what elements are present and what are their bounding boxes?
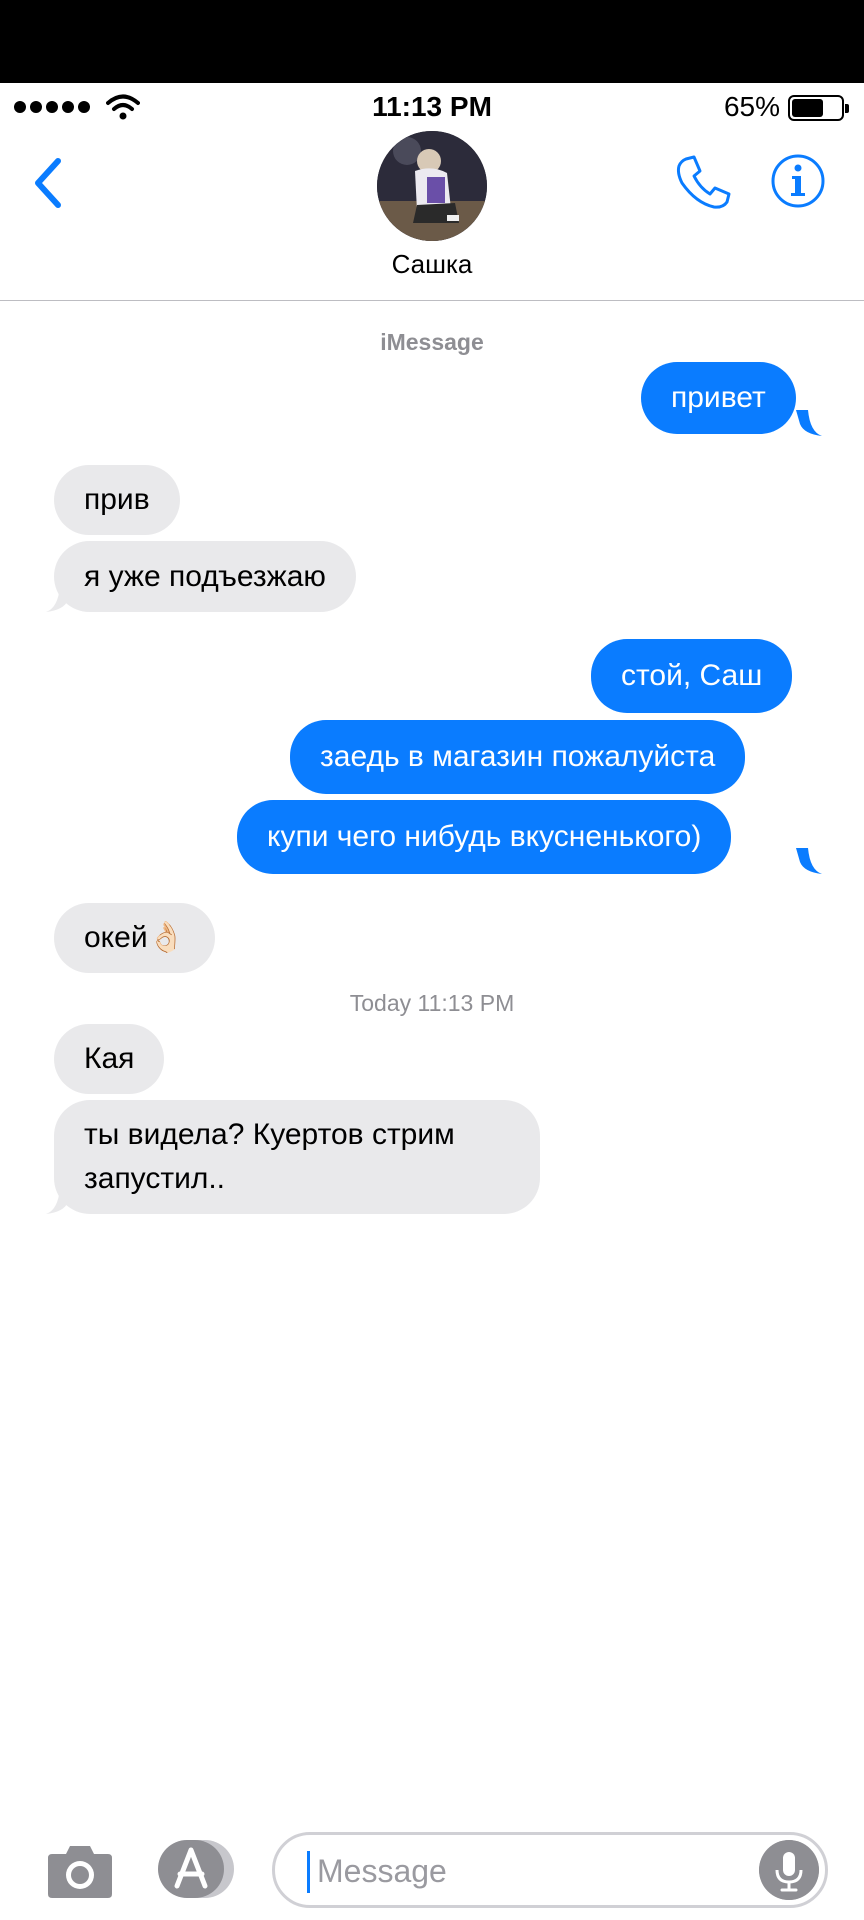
conversation-header: Сашка [0,131,864,301]
camera-icon[interactable] [46,1840,114,1900]
message-bubble-outgoing[interactable]: привет [641,362,796,434]
battery-percent: 65% [723,91,780,122]
message-timestamp: Today 11:13 PM [0,990,864,1017]
contact-name[interactable]: Сашка [0,249,864,280]
message-bubble-incoming[interactable]: я уже подъезжаю [54,541,356,612]
message-placeholder: Message [317,1853,447,1889]
message-bubble-incoming[interactable]: прив [54,465,180,535]
timestamp-time: 11:13 PM [417,990,515,1016]
bubble-tail [46,1188,72,1214]
text-caret [307,1851,310,1893]
status-bar: 11:13 PM 65% [0,83,864,131]
message-input[interactable]: Message [272,1832,828,1908]
message-line: запустил.. [84,1162,226,1195]
top-black-bar [0,0,864,83]
info-icon[interactable] [770,153,826,209]
bubble-tail [796,848,822,874]
app-store-icon[interactable] [156,1838,236,1900]
chevron-left-icon[interactable] [28,153,68,213]
microphone-icon[interactable] [759,1840,819,1900]
battery-fill [792,99,823,117]
timestamp-day: Today [349,990,412,1016]
service-label: iMessage [380,329,484,355]
bubble-tail [796,410,822,436]
contact-avatar[interactable] [377,131,487,241]
message-bubble-outgoing[interactable]: купи чего нибудь вкусненького) [237,800,732,874]
battery-icon [788,95,849,121]
phone-icon[interactable] [674,153,732,211]
bubble-tail [46,586,72,612]
message-input-bar: Message [0,1816,864,1920]
message-line: ты видела? Куертов стрим [84,1118,455,1151]
message-bubble-incoming[interactable]: Кая [54,1024,165,1094]
message-bubble-outgoing[interactable]: стой, Саш [591,639,793,713]
message-bubble-incoming[interactable]: ты видела? Куертов стрим запустил.. [54,1100,540,1214]
message-bubble-outgoing[interactable]: заедь в магазин пожалуйста [290,720,746,794]
message-bubble-incoming[interactable]: окей👌🏻 [54,903,215,973]
